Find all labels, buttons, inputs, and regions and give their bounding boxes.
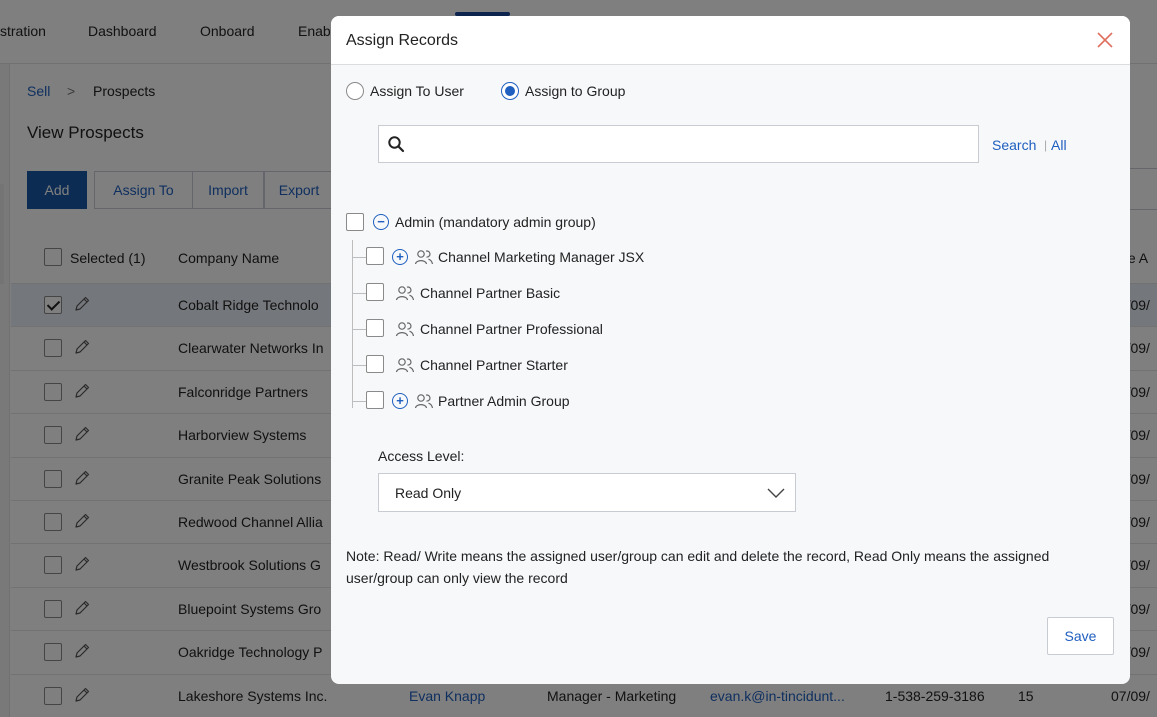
dialog-title: Assign Records — [346, 32, 459, 49]
assign-records-dialog: Assign Records Assign To User Assign to … — [331, 16, 1130, 684]
chevron-down-icon — [767, 488, 785, 498]
access-level-note: Note: Read/ Write means the assigned use… — [346, 548, 1050, 586]
close-icon[interactable] — [1096, 31, 1114, 49]
group-icon — [395, 358, 415, 373]
tree-checkbox-channel-partner-starter[interactable] — [366, 355, 384, 373]
expand-icon[interactable]: + — [392, 393, 408, 409]
tree-label-channel-partner-basic[interactable]: Channel Partner Basic — [420, 285, 560, 301]
tree-connector — [352, 401, 366, 402]
tree-checkbox-partner-admin-group[interactable] — [366, 391, 384, 409]
group-icon — [395, 322, 415, 337]
expand-icon[interactable]: + — [392, 249, 408, 265]
tree-label-partner-admin-group[interactable]: Partner Admin Group — [438, 393, 570, 409]
search-link[interactable]: Search — [992, 137, 1036, 153]
tree-checkbox-channel-partner-basic[interactable] — [366, 283, 384, 301]
search-link-separator: | — [1044, 138, 1048, 152]
tree-connector — [352, 257, 366, 258]
tree-checkbox-channel-marketing-manager[interactable] — [366, 247, 384, 265]
search-icon — [388, 136, 405, 153]
collapse-icon[interactable]: − — [373, 214, 389, 230]
tree-label-channel-marketing-manager[interactable]: Channel Marketing Manager JSX — [438, 249, 644, 265]
tree-label-channel-partner-professional[interactable]: Channel Partner Professional — [420, 321, 603, 337]
assign-to-group-label[interactable]: Assign to Group — [525, 83, 625, 99]
tree-label-channel-partner-starter[interactable]: Channel Partner Starter — [420, 357, 568, 373]
group-search-input[interactable] — [413, 126, 973, 162]
all-link[interactable]: All — [1051, 137, 1067, 153]
assign-to-user-label[interactable]: Assign To User — [370, 83, 464, 99]
tree-label-admin[interactable]: Admin (mandatory admin group) — [395, 214, 596, 230]
tree-checkbox-channel-partner-professional[interactable] — [366, 319, 384, 337]
save-button[interactable]: Save — [1047, 617, 1114, 655]
group-icon — [395, 286, 415, 301]
tree-connector — [352, 293, 366, 294]
dialog-header: Assign Records — [331, 16, 1130, 65]
tree-connector — [352, 329, 366, 330]
assign-to-user-radio[interactable] — [346, 82, 364, 100]
assign-to-group-radio[interactable] — [501, 82, 519, 100]
tree-connector — [352, 365, 366, 366]
access-level-select[interactable]: Read Only — [378, 473, 796, 512]
tree-connector — [352, 240, 353, 408]
group-icon — [414, 394, 434, 409]
access-level-label: Access Level: — [378, 448, 465, 464]
group-icon — [414, 250, 434, 265]
access-level-value: Read Only — [395, 485, 462, 501]
group-search-box[interactable] — [378, 125, 979, 163]
tree-checkbox-admin[interactable] — [346, 213, 364, 231]
